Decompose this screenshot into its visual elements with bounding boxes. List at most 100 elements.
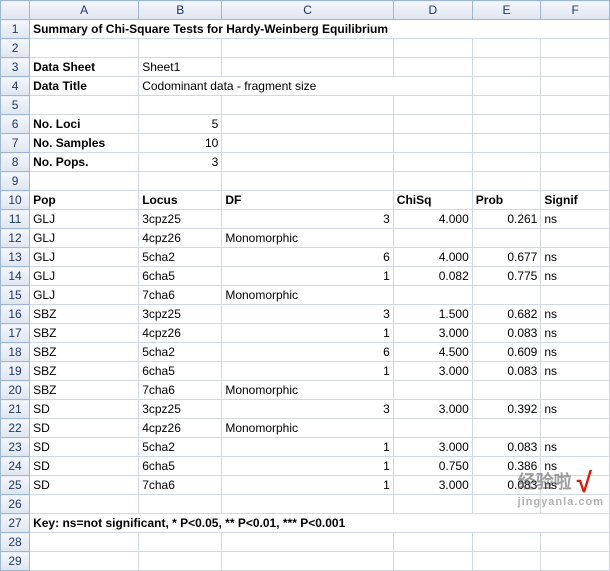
- cell-prob[interactable]: 0.386: [472, 457, 541, 476]
- cell-locus[interactable]: 7cha6: [139, 286, 222, 305]
- cell-prob[interactable]: 0.392: [472, 400, 541, 419]
- empty-cell[interactable]: [541, 552, 610, 571]
- cell-pop[interactable]: GLJ: [30, 229, 139, 248]
- row-header-29[interactable]: 29: [1, 552, 30, 571]
- empty-cell[interactable]: [393, 533, 472, 552]
- cell-pop[interactable]: GLJ: [30, 210, 139, 229]
- label-noloci[interactable]: No. Loci: [30, 115, 139, 134]
- empty-cell[interactable]: [541, 58, 610, 77]
- cell-prob[interactable]: 0.083: [472, 438, 541, 457]
- empty-cell[interactable]: [472, 495, 541, 514]
- cell-locus[interactable]: 6cha5: [139, 267, 222, 286]
- cell-chisq[interactable]: 0.082: [393, 267, 472, 286]
- cell-pop[interactable]: GLJ: [30, 267, 139, 286]
- row-header-10[interactable]: 10: [1, 191, 30, 210]
- cell-prob[interactable]: [472, 286, 541, 305]
- hdr-locus[interactable]: Locus: [139, 191, 222, 210]
- cell-pop[interactable]: GLJ: [30, 248, 139, 267]
- empty-cell[interactable]: [393, 495, 472, 514]
- col-header-A[interactable]: A: [30, 1, 139, 20]
- value-datasheet[interactable]: Sheet1: [139, 58, 222, 77]
- cell-prob[interactable]: [472, 381, 541, 400]
- row-header-14[interactable]: 14: [1, 267, 30, 286]
- cell-chisq[interactable]: 3.000: [393, 324, 472, 343]
- empty-cell[interactable]: [472, 153, 541, 172]
- row-header-5[interactable]: 5: [1, 96, 30, 115]
- cell-locus[interactable]: 5cha2: [139, 248, 222, 267]
- empty-cell[interactable]: [472, 172, 541, 191]
- cell-chisq[interactable]: [393, 286, 472, 305]
- cell-chisq[interactable]: 3.000: [393, 476, 472, 495]
- cell-signif[interactable]: ns: [541, 476, 610, 495]
- cell-pop[interactable]: SBZ: [30, 362, 139, 381]
- empty-cell[interactable]: [222, 153, 393, 172]
- label-nopops[interactable]: No. Pops.: [30, 153, 139, 172]
- cell-prob[interactable]: 0.083: [472, 324, 541, 343]
- row-header-4[interactable]: 4: [1, 77, 30, 96]
- label-datatitle[interactable]: Data Title: [30, 77, 139, 96]
- row-header-27[interactable]: 27: [1, 514, 30, 533]
- cell-signif[interactable]: ns: [541, 457, 610, 476]
- cell-locus[interactable]: 4cpz26: [139, 229, 222, 248]
- row-header-6[interactable]: 6: [1, 115, 30, 134]
- cell-pop[interactable]: SBZ: [30, 324, 139, 343]
- row-header-17[interactable]: 17: [1, 324, 30, 343]
- cell-pop[interactable]: SBZ: [30, 305, 139, 324]
- empty-cell[interactable]: [30, 96, 139, 115]
- row-header-3[interactable]: 3: [1, 58, 30, 77]
- cell-pop[interactable]: GLJ: [30, 286, 139, 305]
- row-header-11[interactable]: 11: [1, 210, 30, 229]
- cell-df[interactable]: 1: [222, 324, 393, 343]
- empty-cell[interactable]: [393, 115, 472, 134]
- empty-cell[interactable]: [222, 552, 393, 571]
- cell-chisq[interactable]: 4.000: [393, 248, 472, 267]
- col-header-C[interactable]: C: [222, 1, 393, 20]
- empty-cell[interactable]: [222, 96, 393, 115]
- row-header-25[interactable]: 25: [1, 476, 30, 495]
- cell-signif[interactable]: ns: [541, 438, 610, 457]
- cell-pop[interactable]: SD: [30, 476, 139, 495]
- cell-pop[interactable]: SD: [30, 419, 139, 438]
- empty-cell[interactable]: [393, 172, 472, 191]
- cell-signif[interactable]: ns: [541, 324, 610, 343]
- cell-df[interactable]: 1: [222, 267, 393, 286]
- empty-cell[interactable]: [472, 134, 541, 153]
- empty-cell[interactable]: [393, 58, 472, 77]
- row-header-21[interactable]: 21: [1, 400, 30, 419]
- cell-chisq[interactable]: 4.500: [393, 343, 472, 362]
- empty-cell[interactable]: [139, 552, 222, 571]
- label-datasheet[interactable]: Data Sheet: [30, 58, 139, 77]
- empty-cell[interactable]: [541, 172, 610, 191]
- cell-pop[interactable]: SBZ: [30, 381, 139, 400]
- cell-chisq[interactable]: 3.000: [393, 362, 472, 381]
- cell-prob[interactable]: 0.083: [472, 362, 541, 381]
- row-header-22[interactable]: 22: [1, 419, 30, 438]
- row-header-12[interactable]: 12: [1, 229, 30, 248]
- hdr-df[interactable]: DF: [222, 191, 393, 210]
- cell-df[interactable]: 3: [222, 400, 393, 419]
- row-header-26[interactable]: 26: [1, 495, 30, 514]
- value-noloci[interactable]: 5: [139, 115, 222, 134]
- cell-df[interactable]: 3: [222, 305, 393, 324]
- empty-cell[interactable]: [472, 96, 541, 115]
- empty-cell[interactable]: [472, 77, 541, 96]
- col-header-B[interactable]: B: [139, 1, 222, 20]
- cell-chisq[interactable]: 4.000: [393, 210, 472, 229]
- empty-cell[interactable]: [139, 172, 222, 191]
- label-nosamples[interactable]: No. Samples: [30, 134, 139, 153]
- row-header-28[interactable]: 28: [1, 533, 30, 552]
- cell-prob[interactable]: [472, 419, 541, 438]
- cell-pop[interactable]: SD: [30, 457, 139, 476]
- cell-prob[interactable]: 0.609: [472, 343, 541, 362]
- cell-signif[interactable]: ns: [541, 362, 610, 381]
- row-header-23[interactable]: 23: [1, 438, 30, 457]
- hdr-chisq[interactable]: ChiSq: [393, 191, 472, 210]
- empty-cell[interactable]: [541, 115, 610, 134]
- value-nopops[interactable]: 3: [139, 153, 222, 172]
- row-header-16[interactable]: 16: [1, 305, 30, 324]
- empty-cell[interactable]: [472, 39, 541, 58]
- empty-cell[interactable]: [472, 552, 541, 571]
- row-header-18[interactable]: 18: [1, 343, 30, 362]
- cell-signif[interactable]: [541, 419, 610, 438]
- cell-signif[interactable]: [541, 381, 610, 400]
